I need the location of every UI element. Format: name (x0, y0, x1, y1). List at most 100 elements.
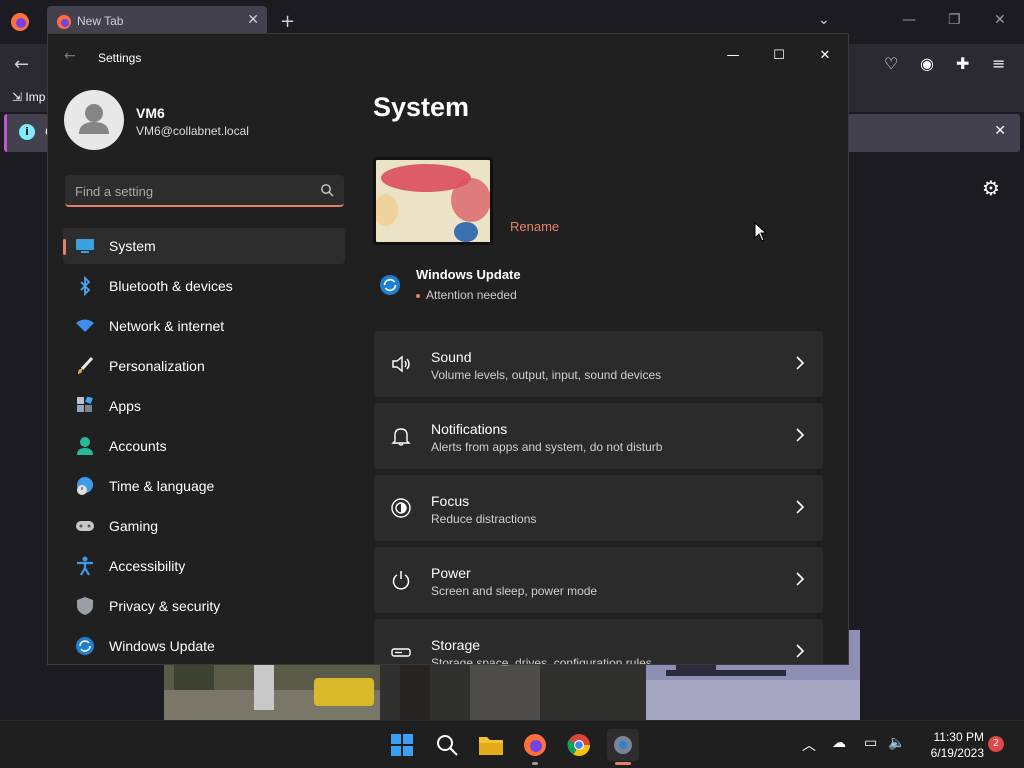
back-arrow-icon[interactable]: ← (64, 48, 76, 64)
nav-item-gaming[interactable]: Gaming (63, 508, 345, 544)
nav-item-system[interactable]: System (63, 228, 345, 264)
globe-clock-icon (75, 476, 95, 496)
taskbar-clock[interactable]: 11:30 PM 6/19/2023 (912, 729, 984, 761)
nav-label: Accounts (109, 438, 167, 454)
settings-window: ← Settings — ☐ ✕ VM6 VM6@collabnet.local… (47, 33, 849, 665)
cloud-offline-icon[interactable]: ☁ (832, 735, 846, 751)
rename-link[interactable]: Rename (510, 219, 559, 234)
notification-close-icon[interactable]: ✕ (994, 123, 1006, 139)
avatar[interactable] (64, 90, 124, 150)
card-subtitle: Alerts from apps and system, do not dist… (431, 440, 663, 454)
info-icon: i (19, 124, 35, 140)
show-hidden-icons-chevron-icon[interactable]: ︿ (802, 735, 816, 755)
newtab-settings-gear-icon[interactable]: ⚙ (982, 176, 1000, 200)
bell-icon (391, 428, 411, 446)
account-icon[interactable]: ◉ (920, 54, 934, 73)
card-subtitle: Storage space, drives, configuration rul… (431, 656, 652, 665)
import-bookmarks[interactable]: ⇲ Imp (12, 90, 45, 104)
windows-update-status: Attention needed (416, 288, 517, 302)
wallpaper-thumbnail (376, 160, 490, 242)
storage-card[interactable]: Storage Storage space, drives, configura… (374, 619, 823, 665)
nav-item-bluetooth[interactable]: Bluetooth & devices (63, 268, 345, 304)
system-settings-list: Sound Volume levels, output, input, soun… (374, 331, 823, 665)
mouse-cursor-icon (754, 222, 768, 242)
accessibility-icon (75, 556, 95, 576)
card-subtitle: Reduce distractions (431, 512, 537, 526)
nav-item-windows-update[interactable]: Windows Update (63, 628, 345, 664)
volume-icon[interactable]: 🔈 (888, 735, 905, 751)
extensions-icon[interactable]: ✚ (956, 54, 969, 73)
file-explorer-button[interactable] (475, 729, 507, 761)
pocket-icon[interactable]: ♡ (884, 54, 898, 73)
shield-icon (75, 596, 95, 616)
nav-label: Apps (109, 398, 141, 414)
card-title: Sound (431, 349, 472, 365)
search-icon[interactable] (320, 183, 334, 197)
tab-close-icon[interactable]: ✕ (247, 12, 259, 28)
windows-update-title[interactable]: Windows Update (416, 267, 521, 282)
update-icon (75, 636, 95, 656)
sound-card[interactable]: Sound Volume levels, output, input, soun… (374, 331, 823, 397)
start-button[interactable] (386, 729, 418, 761)
speaker-icon (392, 355, 410, 373)
profile-name: VM6 (136, 105, 165, 121)
browser-back-icon[interactable]: ← (14, 54, 29, 75)
nav-item-accounts[interactable]: Accounts (63, 428, 345, 464)
settings-gear-icon (614, 736, 632, 754)
attention-dot (416, 293, 420, 298)
search-input[interactable] (75, 181, 305, 201)
nav-label: Gaming (109, 518, 159, 534)
nav-item-personalization[interactable]: Personalization (63, 348, 345, 384)
power-card[interactable]: Power Screen and sleep, power mode (374, 547, 823, 613)
nav-label: Privacy & security (109, 598, 221, 614)
nav-item-network[interactable]: Network & internet (63, 308, 345, 344)
tab-title: New Tab (77, 14, 124, 28)
focus-card[interactable]: Focus Reduce distractions (374, 475, 823, 541)
tab-list-chevron-icon[interactable]: ⌄ (818, 12, 830, 28)
nav-item-accessibility[interactable]: Accessibility (63, 548, 345, 584)
nav-label: Windows Update (109, 638, 215, 654)
power-icon (392, 571, 410, 590)
chrome-taskbar-button[interactable] (563, 729, 595, 761)
active-indicator (615, 762, 631, 765)
storage-icon (391, 648, 411, 657)
profile-email: VM6@collabnet.local (136, 124, 249, 138)
person-icon (75, 436, 95, 456)
firefox-icon (11, 13, 29, 31)
wifi-icon (75, 316, 95, 336)
settings-taskbar-button[interactable] (607, 729, 639, 765)
folder-icon (479, 737, 503, 755)
nav-label: Time & language (109, 478, 215, 494)
windows-logo-icon (391, 734, 413, 756)
nav-item-privacy[interactable]: Privacy & security (63, 588, 345, 624)
close-button[interactable]: ✕ (802, 40, 848, 70)
firefox-taskbar-button[interactable] (519, 729, 551, 765)
network-icon[interactable]: ▭ (864, 735, 877, 751)
system-icon (75, 236, 95, 256)
maximize-button[interactable]: ☐ (756, 40, 802, 70)
new-tab-icon[interactable]: + (280, 11, 295, 32)
chevron-right-icon (796, 356, 805, 370)
chevron-right-icon (796, 644, 805, 658)
chevron-right-icon (796, 572, 805, 586)
windows-update-icon (380, 275, 400, 295)
browser-close-icon[interactable]: ✕ (994, 12, 1006, 28)
notification-badge[interactable]: 2 (988, 736, 1004, 752)
minimize-button[interactable]: — (710, 40, 756, 70)
notifications-card[interactable]: Notifications Alerts from apps and syste… (374, 403, 823, 469)
search-button[interactable] (431, 729, 463, 761)
browser-minimize-icon[interactable]: — (902, 12, 916, 28)
nav-label: Personalization (109, 358, 205, 374)
firefox-tab-icon (57, 15, 71, 29)
browser-restore-icon[interactable]: ❐ (948, 12, 961, 28)
menu-icon[interactable]: ≡ (992, 54, 1005, 73)
gamepad-icon (75, 516, 95, 536)
card-title: Notifications (431, 421, 508, 437)
bluetooth-icon (75, 276, 95, 296)
nav-label: System (109, 238, 156, 254)
search-box[interactable] (65, 175, 344, 207)
nav-item-time-language[interactable]: Time & language (63, 468, 345, 504)
card-subtitle: Volume levels, output, input, sound devi… (431, 368, 662, 382)
nav-item-apps[interactable]: Apps (63, 388, 345, 424)
card-title: Power (431, 565, 471, 581)
